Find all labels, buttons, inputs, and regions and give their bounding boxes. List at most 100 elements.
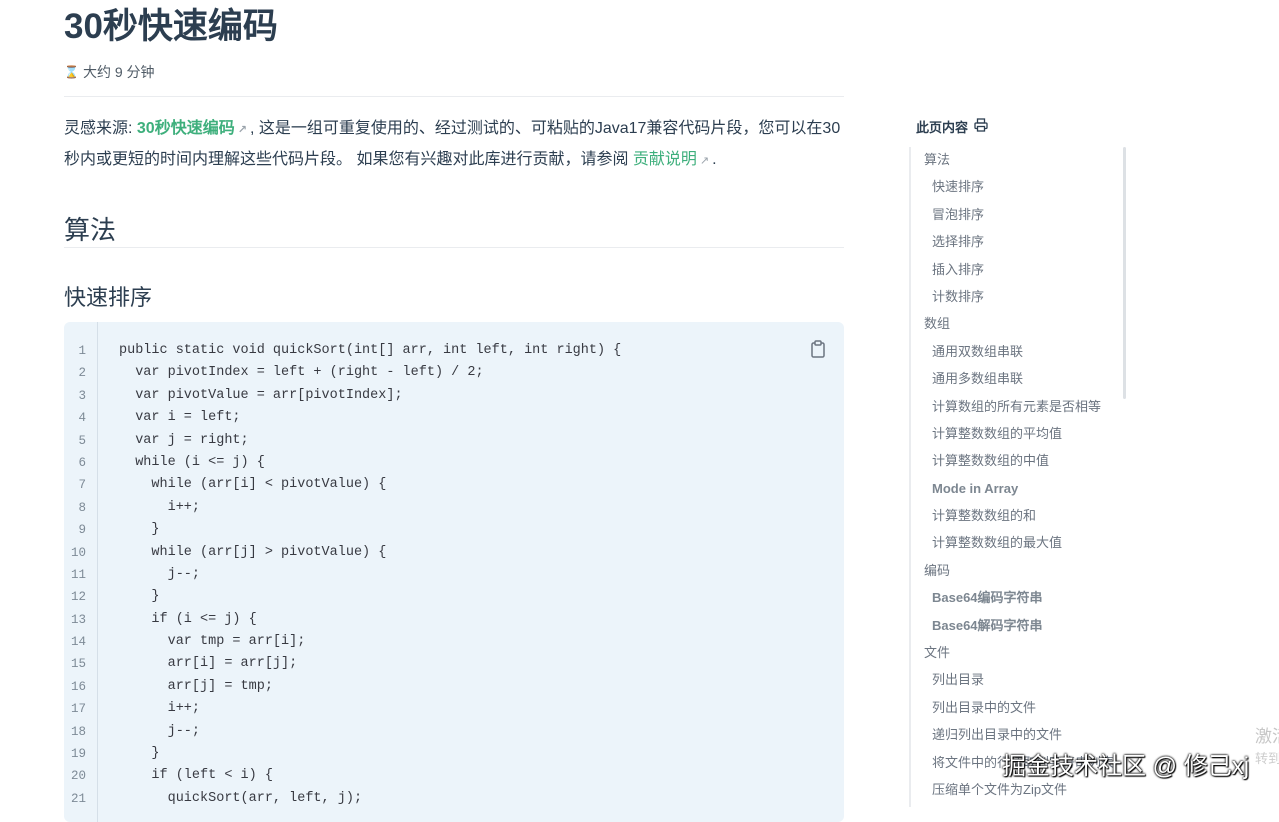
code-line: 20 if (left < i) { [64, 765, 844, 787]
code-text: while (arr[i] < pivotValue) { [119, 477, 387, 493]
print-button[interactable] [974, 118, 988, 135]
line-number: 13 [70, 612, 86, 627]
toc-link[interactable]: 冒泡排序 [909, 201, 1139, 228]
external-link-icon: ↗ [699, 155, 710, 167]
code-line: 12 } [64, 586, 844, 608]
line-number: 2 [78, 366, 86, 381]
contribution-link-label: 贡献说明 [632, 151, 697, 168]
code-text: arr[j] = tmp; [119, 678, 273, 694]
line-number: 16 [70, 679, 86, 694]
toc-link[interactable]: 列出目录中的文件 [909, 694, 1139, 721]
code-line: 1 public static void quickSort(int[] arr,… [64, 340, 844, 362]
source-link[interactable]: 30秒快速编码 ↗ [137, 120, 250, 137]
line-number: 11 [70, 567, 86, 582]
toc-link[interactable]: 计算整数数组的平均值 [909, 420, 1139, 447]
code-text: var j = right; [119, 432, 249, 448]
code-text: public static void quickSort(int[] arr, … [119, 343, 622, 358]
line-number: 8 [78, 500, 86, 515]
code-text: var tmp = arr[i]; [119, 634, 306, 650]
contribution-link[interactable]: 贡献说明 ↗ [633, 151, 712, 168]
code-text: i++; [119, 701, 201, 717]
code-lines: 1 public static void quickSort(int[] arr,… [64, 340, 844, 810]
toc-link[interactable]: 插入排序 [909, 256, 1139, 283]
page-title: 30秒快速编码 [64, 7, 278, 46]
toc-section-link[interactable]: 编码 [909, 557, 1139, 584]
section-divider [64, 247, 844, 248]
line-number: 4 [78, 411, 86, 426]
toc-link[interactable]: 计算整数数组的中值 [909, 447, 1139, 474]
toc-link[interactable]: Mode in Array [909, 475, 1139, 502]
code-text: if (left < i) { [119, 768, 273, 784]
toc-heading: 此页内容 [916, 120, 969, 135]
code-text: arr[i] = arr[j]; [119, 656, 298, 672]
toc-link[interactable]: 计算整数数组的最大值 [909, 529, 1139, 556]
line-number: 10 [70, 545, 86, 560]
section-heading-algorithms: 算法 [64, 215, 117, 245]
code-text: if (i <= j) { [119, 611, 257, 627]
line-number: 15 [70, 657, 86, 672]
line-number: 12 [70, 590, 86, 605]
code-line: 5 var j = right; [64, 430, 844, 452]
line-number: 6 [78, 455, 86, 470]
copy-code-button[interactable] [810, 340, 826, 358]
intro-suffix: . [712, 151, 717, 168]
code-line: 8 i++; [64, 497, 844, 519]
code-line: 9 } [64, 519, 844, 541]
toc-link[interactable]: 列出目录 [909, 666, 1139, 693]
toc-list: 算法 快速排序 冒泡排序 选择排序 插入排序 计数排序 数组 通用双数组串联 通用多数组串联 计算… [909, 146, 1139, 803]
intro-prefix: 灵感来源: [64, 120, 137, 137]
reading-time: ⌛ 大约 9 分钟 [64, 62, 155, 82]
toc-link[interactable]: Base64解码字符串 [909, 612, 1139, 639]
code-line: 19 } [64, 743, 844, 765]
toc-link[interactable]: 计算数组的所有元素是否相等 [909, 393, 1139, 420]
source-link-label: 30秒快速编码 [136, 120, 235, 137]
line-number: 14 [70, 635, 86, 650]
code-text: } [119, 522, 160, 538]
toc-section-link[interactable]: 数组 [909, 310, 1139, 337]
toc-link[interactable]: 选择排序 [909, 228, 1139, 255]
toc-link[interactable]: 通用多数组串联 [909, 365, 1139, 392]
code-line: 11 j--; [64, 564, 844, 586]
code-text: } [119, 746, 160, 762]
code-text: var pivotIndex = left + (right - left) /… [119, 365, 484, 381]
line-number: 17 [70, 702, 86, 717]
toc-section-link[interactable]: 文件 [909, 639, 1139, 666]
code-text: i++; [119, 499, 201, 515]
toc-link[interactable]: 递归列出目录中的文件 [909, 721, 1139, 748]
toc-link[interactable]: 通用双数组串联 [909, 338, 1139, 365]
toc-link[interactable]: 计数排序 [909, 283, 1139, 310]
code-text: } [119, 589, 160, 605]
title-divider [64, 96, 844, 97]
code-text: while (i <= j) { [119, 454, 265, 470]
intro-paragraph: 灵感来源: 30秒快速编码 ↗, 这是一组可重复使用的、经过测试的、可粘贴的Jav… [64, 114, 846, 176]
code-text: j--; [119, 723, 201, 739]
code-line: 3 var pivotValue = arr[pivotIndex]; [64, 385, 844, 407]
line-number: 9 [78, 523, 86, 538]
code-line: 13 if (i <= j) { [64, 609, 844, 631]
toc-link[interactable]: 快速排序 [909, 173, 1139, 200]
code-text: quickSort(arr, left, j); [119, 790, 363, 806]
code-text: j--; [119, 566, 201, 582]
code-line: 15 arr[i] = arr[j]; [64, 653, 844, 675]
code-line: 17 i++; [64, 698, 844, 720]
edge-text-2: 转到 [1255, 751, 1279, 766]
line-number: 7 [78, 478, 86, 493]
line-number: 20 [70, 769, 86, 784]
reading-time-label: 大约 9 分钟 [82, 64, 155, 80]
code-text: var i = left; [119, 410, 241, 426]
hourglass-icon: ⌛ [64, 65, 79, 79]
line-number: 1 [78, 344, 86, 358]
code-line: 6 while (i <= j) { [64, 452, 844, 474]
line-number: 18 [70, 724, 86, 739]
code-text: while (arr[j] > pivotValue) { [119, 544, 387, 560]
toc-link[interactable]: Base64编码字符串 [909, 584, 1139, 611]
toc-header: 此页内容 [916, 117, 988, 136]
toc-section-link[interactable]: 算法 [909, 146, 1139, 173]
line-number: 3 [78, 388, 86, 403]
toc-link[interactable]: 计算整数数组的和 [909, 502, 1139, 529]
line-number: 21 [70, 791, 86, 806]
code-line: 18 j--; [64, 721, 844, 743]
code-line: 10 while (arr[j] > pivotValue) { [64, 542, 844, 564]
code-line: 7 while (arr[i] < pivotValue) { [64, 474, 844, 496]
subsection-heading-quicksort: 快速排序 [64, 285, 153, 310]
